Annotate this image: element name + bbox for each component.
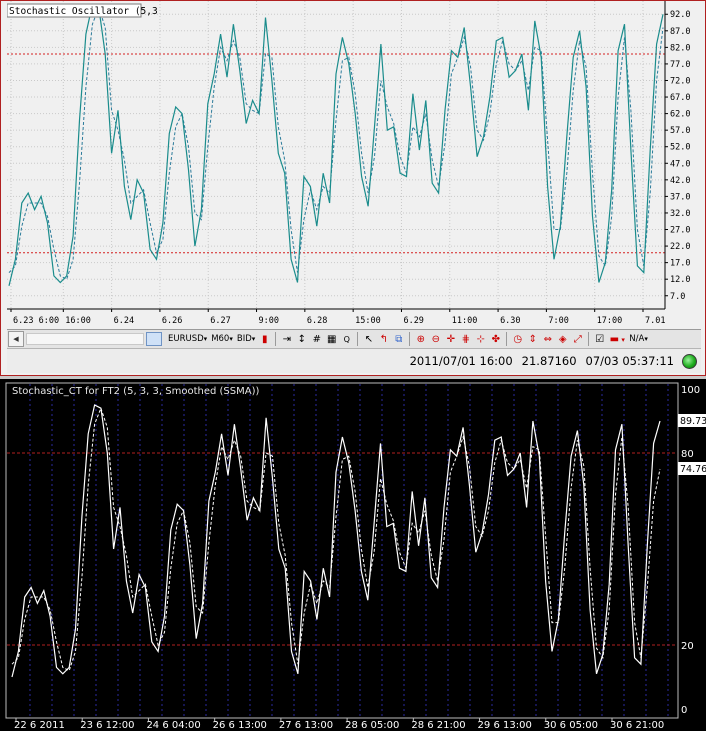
- price-axis-icon[interactable]: ↕: [295, 333, 308, 346]
- vertical-shift-icon[interactable]: ⇕: [526, 333, 539, 346]
- top-y-tick-label: 67.0: [670, 93, 690, 103]
- scroll-thumb[interactable]: [146, 332, 162, 346]
- top-y-tick-label: 62.0: [670, 110, 690, 120]
- cursor-icon[interactable]: ↖: [362, 333, 375, 346]
- top-y-tick-label: 7.0: [670, 292, 685, 302]
- top-x-tick-label: 6.28: [307, 316, 327, 326]
- bottom-x-tick-label: 26 6 13:00: [213, 720, 267, 731]
- timeframe-dropdown[interactable]: M60: [209, 331, 235, 347]
- top-x-tick-label: 6.27: [210, 316, 230, 326]
- toolbar-separator: [357, 332, 359, 346]
- toolbar-separator: [275, 332, 277, 346]
- expand-icon[interactable]: ⤢: [571, 333, 584, 346]
- arrow-right-icon[interactable]: ⇥: [280, 333, 293, 346]
- top-y-tick-label: 87.0: [670, 27, 690, 37]
- top-x-tick-label: 6.24: [114, 316, 134, 326]
- bottom-x-tick-label: 23 6 12:00: [80, 720, 134, 731]
- zoom-out-icon[interactable]: ⊖: [429, 333, 442, 346]
- stochastic-ct-window: 100 80 20 0 22 6 2011 23 6 12:00 24 6 04:00 26…: [0, 379, 706, 731]
- top-y-tick-label: 32.0: [670, 209, 690, 219]
- bottom-x-tick-label: 28 6 05:00: [345, 720, 399, 731]
- main-value-badge: 89.73: [678, 414, 706, 427]
- bottom-y-tick-label: 80: [681, 449, 694, 460]
- bottom-x-tick-label: 30 6 21:00: [610, 720, 664, 731]
- top-x-tick-label: 7.01: [645, 316, 665, 326]
- indicator-dropdown[interactable]: ▬: [608, 333, 626, 346]
- bottom-x-tick-label: 30 6 05:00: [544, 720, 598, 731]
- bottom-chart-area[interactable]: 100 80 20 0 22 6 2011 23 6 12:00 24 6 04:00 26…: [0, 379, 706, 731]
- top-y-tick-label: 37.0: [670, 192, 690, 202]
- top-x-tick-label: 11:00: [452, 316, 478, 326]
- clock-icon[interactable]: ◷: [511, 333, 524, 346]
- top-y-tick-label: 17.0: [670, 259, 690, 269]
- bottom-stochastic-chart: 100 80 20 0 22 6 2011 23 6 12:00 24 6 04:00 26…: [0, 379, 706, 731]
- top-x-tick-label: 6.29: [403, 316, 423, 326]
- toolbar-separator: [506, 332, 508, 346]
- top-y-tick-label: 12.0: [670, 275, 690, 285]
- top-title-box: Stochastic Oscillator (5,3: [7, 3, 158, 18]
- horizontal-shift-icon[interactable]: ⇔: [541, 333, 554, 346]
- stochastic-oscillator-window: 92.0 87.0 82.0 77.0 72.0 67.0 62.0 57.0 52.0 47.0…: [0, 0, 706, 376]
- top-y-tick-label: 22.0: [670, 242, 690, 252]
- signal-value-badge-text: 74.76: [680, 464, 706, 475]
- top-x-tick-label: 6.26: [162, 316, 182, 326]
- bottom-x-tick-label: 28 6 21:00: [411, 720, 465, 731]
- top-y-tick-label: 42.0: [670, 176, 690, 186]
- top-y-tick-label: 52.0: [670, 143, 690, 153]
- period-separators-icon[interactable]: ⋕: [459, 333, 472, 346]
- bottom-y-tick-label: 100: [681, 385, 700, 396]
- top-y-tick-label: 82.0: [670, 43, 690, 53]
- bottom-x-tick-label: 24 6 04:00: [146, 720, 200, 731]
- status-bar: 2011/07/01 16:00 21.87160 07/03 05:37:11: [7, 349, 701, 373]
- price-type-dropdown[interactable]: BID: [235, 331, 257, 347]
- toolbar-separator: [588, 332, 590, 346]
- horizontal-scrollbar[interactable]: [26, 333, 144, 345]
- top-y-tick-label: 27.0: [670, 226, 690, 236]
- bottom-x-tick-label: 29 6 13:00: [478, 720, 532, 731]
- grid-icon[interactable]: #: [310, 333, 323, 346]
- top-x-tick-label: 6.30: [500, 316, 520, 326]
- indicator-list-icon[interactable]: ☑: [593, 333, 606, 346]
- top-y-tick-label: 47.0: [670, 159, 690, 169]
- shapes-icon[interactable]: ⧉: [392, 333, 405, 346]
- top-y-tick-label: 72.0: [670, 76, 690, 86]
- main-value-badge-text: 89.73: [680, 416, 706, 427]
- top-stochastic-chart: 92.0 87.0 82.0 77.0 72.0 67.0 62.0 57.0 52.0 47.0…: [7, 1, 701, 329]
- top-x-tick-label: 7:00: [548, 316, 568, 326]
- crosshair-icon[interactable]: ✛: [444, 333, 457, 346]
- bottom-x-tick-label: 27 6 13:00: [279, 720, 333, 731]
- top-x-tick-label: 17:00: [597, 316, 623, 326]
- top-x-tick-label: 6.23 6:00: [13, 316, 59, 326]
- top-chart-area[interactable]: 92.0 87.0 82.0 77.0 72.0 67.0 62.0 57.0 52.0 47.0…: [7, 1, 701, 329]
- scroll-left-button[interactable]: ◀: [8, 331, 24, 347]
- top-x-tick-label: 9:00: [259, 316, 279, 326]
- top-y-tick-label: 92.0: [670, 10, 690, 20]
- candlestick-icon[interactable]: ▮: [258, 333, 271, 346]
- zoom-in-icon[interactable]: ⊕: [414, 333, 427, 346]
- signal-value-badge: 74.76: [678, 462, 706, 475]
- connection-status-icon: [682, 353, 697, 369]
- top-y-tick-label: 77.0: [670, 60, 690, 70]
- autoscroll-icon[interactable]: ⊹: [474, 333, 487, 346]
- status-server-time: 07/03 05:37:11: [585, 354, 674, 368]
- zoom-icon[interactable]: Q: [340, 333, 353, 346]
- bottom-y-tick-label: 20: [681, 641, 694, 652]
- chart-toolbar: ◀ EURUSD M60 BID ▮ ⇥ ↕ # ▦ Q ↖ ↰ ⧉ ⊕ ⊖ ✛…: [7, 329, 701, 349]
- symbol-dropdown[interactable]: EURUSD: [166, 331, 209, 347]
- bottom-y-tick-label: 0: [681, 705, 687, 716]
- toolbar-separator: [409, 332, 411, 346]
- top-indicator-title: Stochastic Oscillator (5,3: [9, 6, 158, 17]
- chart-shift-icon[interactable]: ✤: [489, 333, 502, 346]
- top-x-tick-label: 15:00: [355, 316, 381, 326]
- pointer-tool-icon[interactable]: ↰: [377, 333, 390, 346]
- status-value: 21.87160: [521, 354, 577, 368]
- bottom-indicator-title: Stochastic_CT for FT2 (5, 3, 3, Smoothed…: [12, 386, 259, 397]
- table-icon[interactable]: ▦: [325, 333, 338, 346]
- top-y-tick-label: 57.0: [670, 126, 690, 136]
- fit-icon[interactable]: ◈: [556, 333, 569, 346]
- na-dropdown[interactable]: N/A: [627, 331, 650, 347]
- status-datetime: 2011/07/01 16:00: [409, 354, 513, 368]
- top-x-tick-label: 16:00: [65, 316, 91, 326]
- bottom-x-tick-label: 22 6 2011: [14, 720, 65, 731]
